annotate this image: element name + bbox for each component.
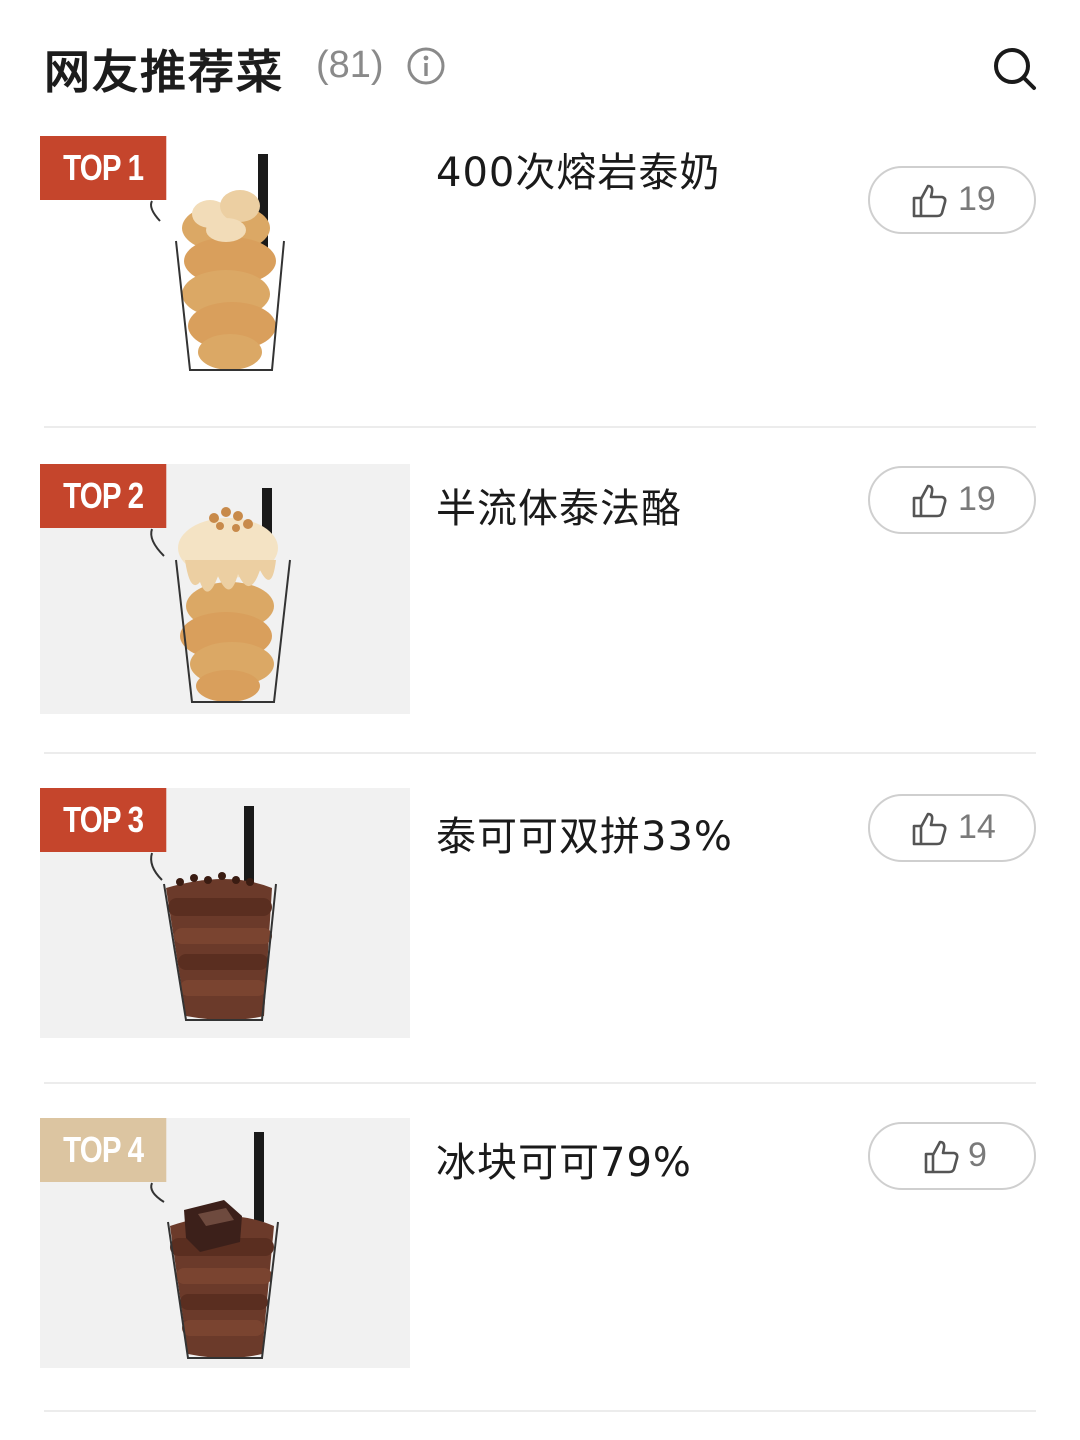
- dish-name[interactable]: 半流体泰法酪: [436, 476, 682, 534]
- rank-badge: TOP 2: [40, 464, 167, 528]
- divider: [44, 426, 1036, 428]
- like-button[interactable]: 14: [868, 794, 1036, 862]
- like-count: 9: [968, 1136, 987, 1174]
- divider: [44, 1410, 1036, 1412]
- drink-image: TOP 2: [40, 464, 410, 714]
- header: 网友推荐菜 (81): [0, 0, 1080, 130]
- drink-image: TOP 3: [40, 788, 410, 1038]
- dish-count: (81): [316, 44, 384, 86]
- rank-badge: TOP 3: [40, 788, 167, 852]
- thumbs-up-icon: [912, 484, 947, 518]
- like-button[interactable]: 19: [868, 466, 1036, 534]
- list-item[interactable]: TOP 3 泰可可双拼33% 14: [0, 788, 1080, 1108]
- rank-badge: TOP 4: [40, 1118, 167, 1182]
- thumbs-up-icon: [924, 1140, 959, 1174]
- like-button[interactable]: 19: [868, 166, 1036, 234]
- divider: [44, 752, 1036, 754]
- drink-image: TOP 1: [40, 136, 410, 386]
- info-icon[interactable]: [406, 46, 446, 86]
- like-count: 19: [958, 480, 996, 518]
- divider: [44, 1082, 1036, 1084]
- list-item[interactable]: TOP 2 半流体泰法酪 19: [0, 464, 1080, 784]
- rank-badge: TOP 1: [40, 136, 167, 200]
- thumbs-up-icon: [912, 184, 947, 218]
- search-icon[interactable]: [990, 44, 1040, 94]
- like-count: 14: [958, 808, 996, 846]
- page-title: 网友推荐菜: [44, 45, 284, 99]
- list-item[interactable]: TOP 4 冰块可可79% 9: [0, 1118, 1080, 1438]
- dish-name[interactable]: 泰可可双拼33%: [436, 804, 733, 862]
- thumbs-up-icon: [912, 812, 947, 846]
- list-item[interactable]: TOP 1 400次熔岩泰奶 19: [0, 136, 1080, 456]
- drink-image: TOP 4: [40, 1118, 410, 1368]
- dish-name[interactable]: 400次熔岩泰奶: [436, 140, 720, 198]
- like-button[interactable]: 9: [868, 1122, 1036, 1190]
- dish-name[interactable]: 冰块可可79%: [436, 1130, 692, 1188]
- like-count: 19: [958, 180, 996, 218]
